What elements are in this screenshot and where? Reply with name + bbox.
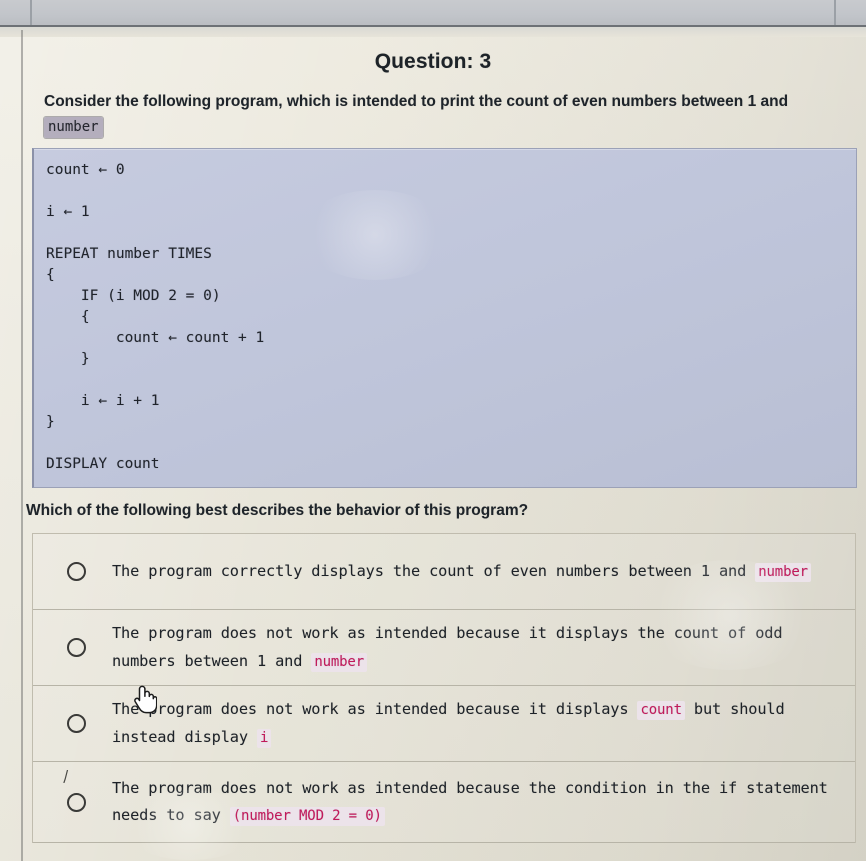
radio-button[interactable] (67, 714, 86, 734)
bezel-tick-right (834, 0, 836, 25)
inline-code: count (637, 701, 685, 721)
page-title: Question: 3 (374, 50, 492, 73)
device-bezel-band (0, 0, 866, 27)
answer-option-a[interactable]: The program correctly displays the count… (33, 534, 855, 611)
question-prompt: Consider the following program, which is… (0, 89, 866, 139)
inline-code: number (311, 652, 367, 672)
code-line: } (46, 351, 90, 368)
code-line: IF (i MOD 2 = 0) (46, 288, 221, 305)
code-line: { (46, 267, 55, 284)
option-text-run: The program does not work as intended be… (112, 624, 783, 670)
answer-option-label: The program correctly displays the count… (112, 558, 841, 586)
code-line: count ← 0 (46, 162, 125, 179)
inline-code: i (256, 728, 272, 748)
answer-option-label: The program does not work as intended be… (112, 775, 841, 830)
radio-button[interactable] (67, 562, 86, 582)
answer-option-c[interactable]: The program does not work as intended be… (33, 686, 855, 763)
question-text: Which of the following best describes th… (26, 502, 529, 520)
answer-option-label: The program does not work as intended be… (112, 620, 841, 675)
inline-code: (number MOD 2 = 0) (229, 807, 385, 827)
code-line: REPEAT number TIMES (46, 246, 212, 263)
code-line: count ← count + 1 (46, 330, 265, 347)
screen-top-edge (0, 27, 866, 37)
radio-button[interactable] (67, 638, 86, 658)
radio-button[interactable] (67, 792, 86, 812)
pseudocode-block: count ← 0 i ← 1 REPEAT number TIMES { IF … (32, 148, 857, 489)
answer-option-label: The program does not work as intended be… (112, 696, 841, 751)
option-text-run: The program correctly displays the count… (112, 561, 756, 580)
code-line: { (46, 309, 90, 326)
inline-code: number (755, 562, 811, 582)
prompt-text: Consider the following program, which is… (44, 93, 789, 110)
code-line: DISPLAY count (46, 456, 160, 473)
answer-option-d[interactable]: The program does not work as intended be… (33, 762, 855, 844)
answer-option-b[interactable]: The program does not work as intended be… (33, 610, 855, 687)
answer-options-list: The program correctly displays the count… (32, 533, 856, 844)
question-content: Question: 3 Consider the following progr… (0, 37, 866, 844)
prompt-code-chip: number (44, 117, 103, 139)
code-line: } (46, 414, 55, 431)
option-text-run: The program does not work as intended be… (112, 700, 638, 719)
option-text-run: The program does not work as intended be… (112, 778, 828, 825)
bezel-tick-left (30, 0, 32, 25)
code-line: i ← 1 (46, 204, 90, 221)
code-line: i ← i + 1 (46, 393, 160, 410)
